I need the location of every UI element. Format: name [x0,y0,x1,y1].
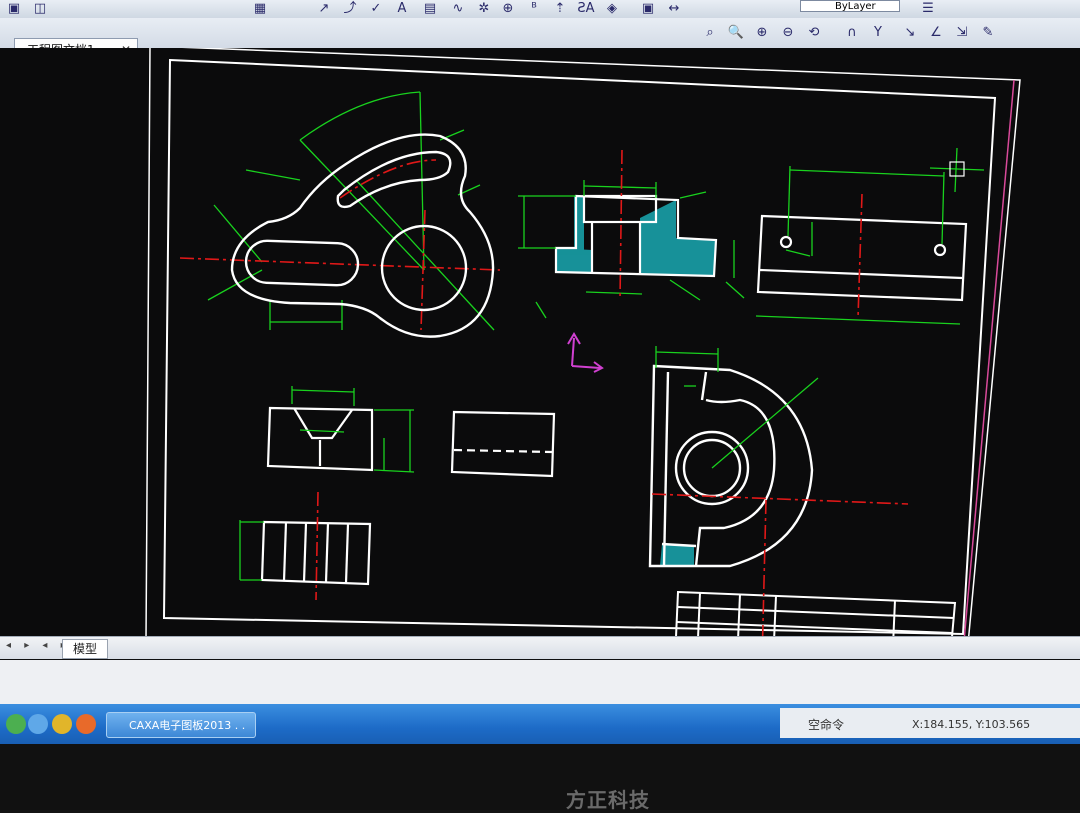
save-icon[interactable]: ▣ [4,0,24,18]
edit-icon[interactable]: ✎ [978,24,998,42]
zoom-window-icon[interactable]: ⌕ [700,24,720,42]
line-tool-icon[interactable]: ↗ [314,0,334,18]
sheet-frame [145,45,1021,667]
annotation-icon[interactable]: ⇲ [952,24,972,42]
firefox-icon[interactable] [76,714,96,734]
status-bar: 空命令 X:184.155, Y:103.565 [780,708,1080,738]
view-ribs [239,491,372,601]
view-block [450,410,556,478]
menu-icon[interactable]: ☰ [918,0,938,18]
monitor-bezel [0,744,1080,810]
ie-icon[interactable] [28,714,48,734]
zoom-extents-icon[interactable]: ⟲ [804,24,824,42]
view-linkage [179,91,501,338]
toolbar-secondary: 工程图文档1 ✕ ⌕ 🔍 ⊕ ⊖ ⟲ ∩ Y ↘ ∠ ⇲ ✎ [0,18,1080,60]
taskbar-app-label: CAXA电子图板2013 . . [129,719,246,732]
angle-dimension-icon[interactable]: ∠ [926,24,946,42]
magnet-icon[interactable]: ∩ [842,24,862,42]
text-tool-icon[interactable]: A [392,0,412,18]
sheet-tab-bar: ◂ ▸ ◂ ▸ 模型 [0,636,1080,659]
tab-model[interactable]: 模型 [62,639,108,659]
view-plate [755,147,985,325]
cursor-coordinates: X:184.155, Y:103.565 [912,718,1031,731]
drawing-canvas[interactable] [0,45,1080,667]
table-icon[interactable]: ▦ [250,0,270,18]
zoom-in-icon[interactable]: ⊕ [752,24,772,42]
snap-icon[interactable]: Y [868,24,888,42]
block-tool-icon[interactable]: ▤ [420,0,440,18]
properties-icon[interactable]: ▣ [638,0,658,18]
measure-icon[interactable]: ↔ [664,0,684,18]
view-section [518,149,745,319]
layer-icon[interactable]: ◫ [30,0,50,18]
dimension-icon[interactable]: ↘ [900,24,920,42]
drawing [145,45,1021,667]
view-round [648,346,909,665]
check-tool-icon[interactable]: ✓ [366,0,386,18]
view-vblock [266,386,415,473]
leader-tool-icon[interactable]: ⇡ [550,0,570,18]
zoom-icon[interactable]: 🔍 [726,24,746,42]
globe-tool-icon[interactable]: ⊕ [498,0,518,18]
star-tool-icon[interactable]: ✲ [474,0,494,18]
screen: ▣ ◫ ▦ ↗ ⤴ ✓ A ▤ ∿ ✲ ⊕ ᴮ ⇡ ƧA ◈ ▣ ↔ ByLay… [0,0,1080,780]
mirror-text-icon[interactable]: ƧA [576,0,596,18]
toolbar-top: ▣ ◫ ▦ ↗ ⤴ ✓ A ▤ ∿ ✲ ⊕ ᴮ ⇡ ƧA ◈ ▣ ↔ ByLay… [0,0,1080,19]
linetype-value: ByLayer [835,1,876,12]
start-icon[interactable] [6,714,26,734]
spline-tool-icon[interactable]: ∿ [448,0,468,18]
browser-icon[interactable] [52,714,72,734]
polyline-tool-icon[interactable]: ⤴ [340,0,360,18]
sheet-nav-arrows[interactable]: ◂ ▸ ◂ ▸ [6,640,71,651]
linetype-dropdown[interactable]: ByLayer [800,0,900,12]
monitor-brand-logo: 方正科技 [566,788,650,812]
color-tool-icon[interactable]: ◈ [602,0,622,18]
command-area [0,660,1080,704]
zoom-out-icon[interactable]: ⊖ [778,24,798,42]
taskbar-app-button[interactable]: CAXA电子图板2013 . . [106,712,256,738]
ucs-axis-icon [567,332,604,373]
command-status: 空命令 [808,718,845,732]
attribute-tool-icon[interactable]: ᴮ [524,0,544,18]
